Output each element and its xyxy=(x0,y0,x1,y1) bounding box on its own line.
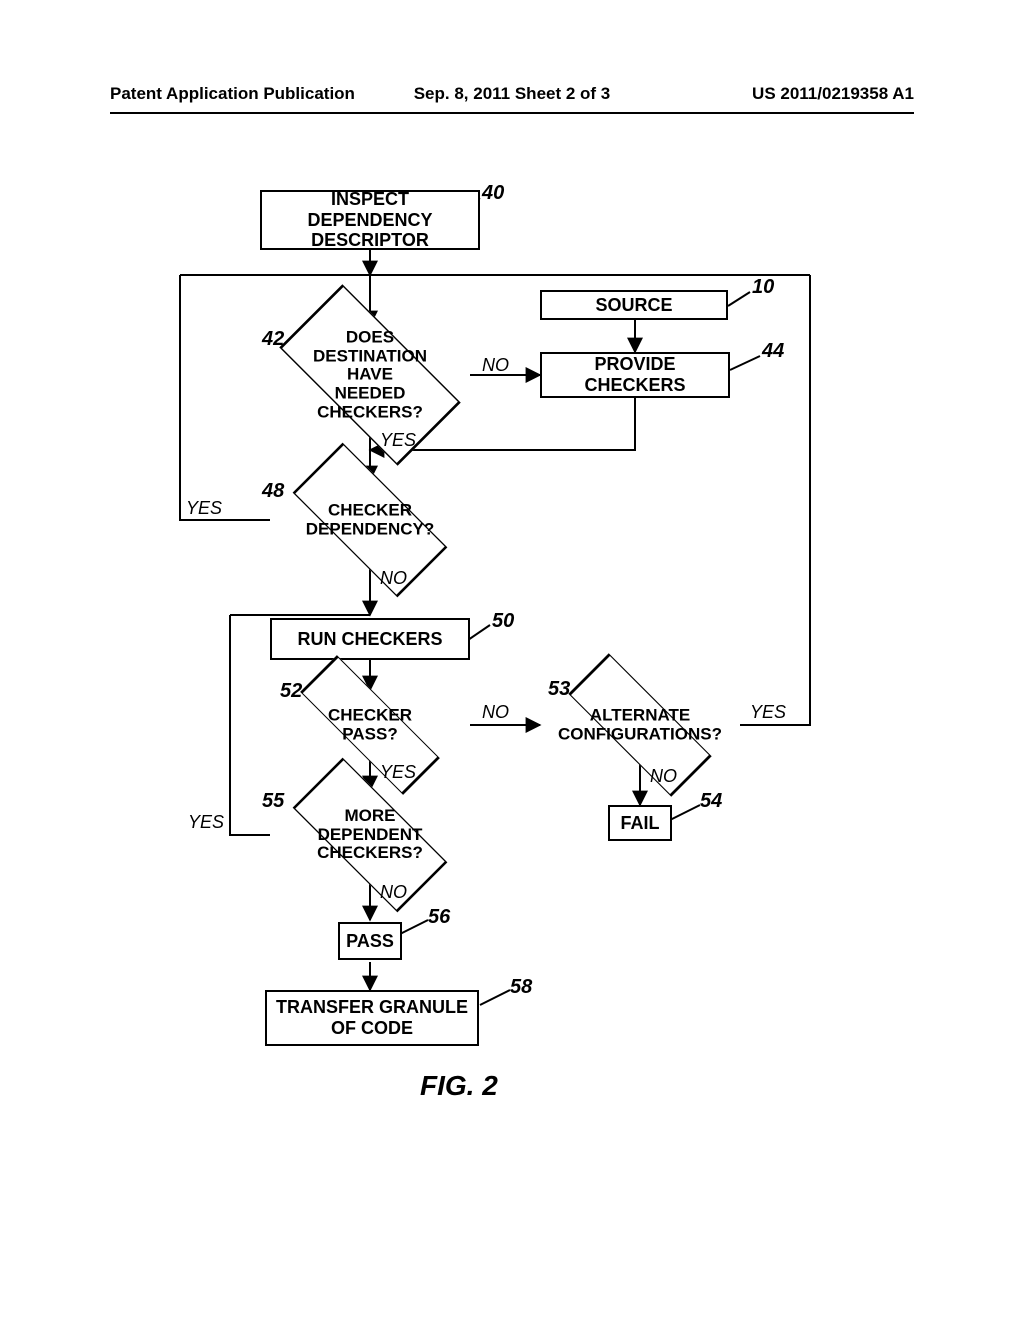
node-transfer: TRANSFER GRANULE OF CODE xyxy=(265,990,479,1046)
header-right: US 2011/0219358 A1 xyxy=(646,84,914,112)
header-mid: Sep. 8, 2011 Sheet 2 of 3 xyxy=(378,84,646,112)
edge-no-52: NO xyxy=(482,702,509,723)
edge-yes-52: YES xyxy=(380,762,416,783)
node-pass: PASS xyxy=(338,922,402,960)
edge-yes-53: YES xyxy=(750,702,786,723)
decision-more-checkers: MORE DEPENDENT CHECKERS? xyxy=(270,790,470,880)
edge-no-42: NO xyxy=(482,355,509,376)
ref-48: 48 xyxy=(262,480,284,503)
page-header: Patent Application Publication Sep. 8, 2… xyxy=(110,84,914,114)
edge-no-53: NO xyxy=(650,766,677,787)
decision-checker-dependency-label: CHECKER DEPENDENCY? xyxy=(306,501,434,538)
decision-checker-dependency: CHECKER DEPENDENCY? xyxy=(270,480,470,560)
ref-55: 55 xyxy=(262,790,284,813)
ref-54: 54 xyxy=(700,790,722,813)
page: Patent Application Publication Sep. 8, 2… xyxy=(0,0,1024,1320)
ref-10: 10 xyxy=(752,276,774,299)
flowchart: INSPECT DEPENDENCY DESCRIPTOR 40 SOURCE … xyxy=(170,180,870,1180)
decision-has-checkers: DOES DESTINATION HAVE NEEDED CHECKERS? xyxy=(270,325,470,425)
decision-has-checkers-label: DOES DESTINATION HAVE NEEDED CHECKERS? xyxy=(313,328,427,421)
edge-no-48: NO xyxy=(380,568,407,589)
ref-44: 44 xyxy=(762,340,784,363)
decision-more-checkers-label: MORE DEPENDENT CHECKERS? xyxy=(317,807,423,863)
edge-yes-55: YES xyxy=(188,812,224,833)
node-provide-checkers: PROVIDE CHECKERS xyxy=(540,352,730,398)
ref-58: 58 xyxy=(510,976,532,999)
edge-yes-42: YES xyxy=(380,430,416,451)
decision-alt-config-label: ALTERNATE CONFIGURATIONS? xyxy=(558,706,722,743)
node-inspect-dependency: INSPECT DEPENDENCY DESCRIPTOR xyxy=(260,190,480,250)
node-source: SOURCE xyxy=(540,290,728,320)
node-run-checkers: RUN CHECKERS xyxy=(270,618,470,660)
ref-53: 53 xyxy=(548,678,570,701)
ref-40: 40 xyxy=(482,182,504,205)
edge-no-55: NO xyxy=(380,882,407,903)
edge-yes-48: YES xyxy=(186,498,222,519)
header-left: Patent Application Publication xyxy=(110,84,378,112)
ref-50: 50 xyxy=(492,610,514,633)
figure-caption: FIG. 2 xyxy=(420,1070,498,1102)
ref-42: 42 xyxy=(262,328,284,351)
node-fail: FAIL xyxy=(608,805,672,841)
decision-checker-pass-label: CHECKER PASS? xyxy=(320,706,420,743)
ref-56: 56 xyxy=(428,906,450,929)
ref-52: 52 xyxy=(280,680,302,703)
